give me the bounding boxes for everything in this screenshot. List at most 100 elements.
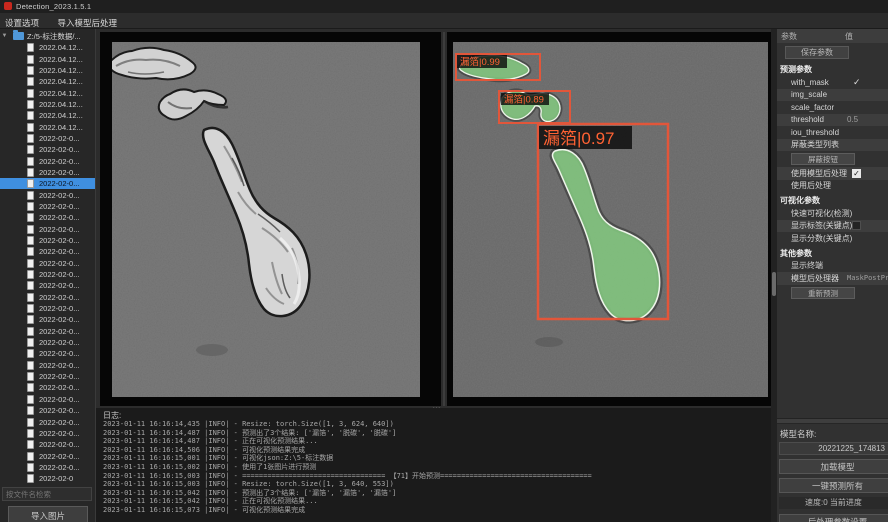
checkbox-checked[interactable]: ✓ xyxy=(852,169,861,178)
param-row[interactable]: 使用模型后处理✓ xyxy=(777,167,888,180)
load-model-button[interactable]: 加载模型 xyxy=(779,459,888,474)
menu-settings[interactable]: 设置选项 xyxy=(0,15,48,30)
tree-item[interactable]: 2022-02-0... xyxy=(0,360,95,371)
tree-item-label: 2022-02-0... xyxy=(39,463,79,472)
viewport-splitter[interactable] xyxy=(443,32,445,406)
app-window: Detection_2023.1.5.1 设置选项 导入模型后处理 ▼ Z:/5… xyxy=(0,0,888,522)
tree-item[interactable]: 2022-02-0... xyxy=(0,212,95,223)
param-row[interactable]: iou_threshold xyxy=(777,126,888,139)
tree-item[interactable]: 2022-02-0... xyxy=(0,144,95,155)
tree-item[interactable]: 2022-02-0... xyxy=(0,246,95,257)
tree-item-label: 2022-02-0... xyxy=(39,293,79,302)
param-button[interactable]: 屏蔽按钮 xyxy=(791,153,855,165)
file-tree-items: 2022.04.12...2022.04.12...2022.04.12...2… xyxy=(0,42,95,484)
file-icon xyxy=(27,111,34,120)
tree-item[interactable]: 2022-02-0... xyxy=(0,167,95,178)
tree-item[interactable]: 2022-02-0... xyxy=(0,416,95,427)
param-row[interactable]: 快速可视化(检测) xyxy=(777,207,888,220)
tree-item[interactable]: 2022-02-0... xyxy=(0,428,95,439)
file-icon xyxy=(27,225,34,234)
param-label: 模型后处理器 xyxy=(791,273,839,284)
import-images-button[interactable]: 导入图片 xyxy=(8,506,88,522)
tree-item[interactable]: 2022.04.12... xyxy=(0,42,95,53)
postprocess-settings-button[interactable]: 后处理参数设置 xyxy=(779,514,888,522)
tree-item[interactable]: 2022-02-0... xyxy=(0,348,95,359)
tree-item[interactable]: 2022-02-0... xyxy=(0,450,95,461)
model-name-field[interactable]: 20221225_174813 xyxy=(779,442,888,455)
tree-item[interactable]: 2022-02-0... xyxy=(0,382,95,393)
params-scrollbar-thumb[interactable] xyxy=(772,272,776,296)
tree-item-label: 2022-02-0... xyxy=(39,213,79,222)
param-label: 使用后处理 xyxy=(791,180,831,191)
tree-item-label: 2022-02-0... xyxy=(39,429,79,438)
tree-item[interactable]: 2022-02-0... xyxy=(0,394,95,405)
file-icon xyxy=(27,270,34,279)
menu-bar: 设置选项 导入模型后处理 xyxy=(0,13,888,29)
param-row[interactable]: threshold0.5 xyxy=(777,114,888,127)
tree-item[interactable]: 2022-02-0... xyxy=(0,439,95,450)
log-line: 2023-01-11 16:16:15,042 |INFO| - 正在可视化预测… xyxy=(103,497,771,506)
tree-item[interactable]: 2022-02-0... xyxy=(0,303,95,314)
tree-item[interactable]: 2022-02-0... xyxy=(0,326,95,337)
tree-item[interactable]: 2022-02-0... xyxy=(0,258,95,269)
title-bar: Detection_2023.1.5.1 xyxy=(0,0,888,13)
tree-item[interactable]: 2022-02-0... xyxy=(0,155,95,166)
tree-item[interactable]: 2022-02-0... xyxy=(0,133,95,144)
file-icon xyxy=(27,145,34,154)
tree-item-label: 2022-02-0... xyxy=(39,452,79,461)
tree-item[interactable]: 2022-02-0... xyxy=(0,269,95,280)
save-params-button[interactable]: 保存参数 xyxy=(785,46,849,59)
detection-label-1: 漏箔|0.99 xyxy=(460,56,500,68)
tree-item[interactable]: 2022-02-0 xyxy=(0,473,95,484)
param-row[interactable]: 模型后处理器MaskPostPro xyxy=(777,272,888,285)
tree-root[interactable]: ▼ Z:/5-标注数据/... xyxy=(0,30,95,42)
tree-item[interactable]: 2022.04.12... xyxy=(0,110,95,121)
file-icon xyxy=(27,213,34,222)
log-line: 2023-01-11 16:16:14,487 |INFO| - 预测出了3个结… xyxy=(103,429,771,438)
param-row[interactable]: 屏蔽类型列表 xyxy=(777,139,888,152)
menu-import-model-postprocess[interactable]: 导入模型后处理 xyxy=(52,15,126,30)
checkbox-unchecked[interactable] xyxy=(852,221,861,230)
param-button[interactable]: 重新预测 xyxy=(791,287,855,299)
tree-item[interactable]: 2022-02-0... xyxy=(0,189,95,200)
file-icon xyxy=(27,281,34,290)
tree-item[interactable]: 2022-02-0... xyxy=(0,292,95,303)
tree-item[interactable]: 2022.04.12... xyxy=(0,53,95,64)
param-label: 显示终端 xyxy=(791,260,823,271)
predict-all-button[interactable]: 一键预测所有 xyxy=(779,478,888,493)
param-row[interactable]: 显示终端 xyxy=(777,260,888,273)
tree-item[interactable]: 2022-02-0... xyxy=(0,371,95,382)
caret-down-icon[interactable]: ▼ xyxy=(0,33,9,39)
tree-item[interactable]: 2022.04.12... xyxy=(0,87,95,98)
tree-item[interactable]: 2022-02-0... xyxy=(0,337,95,348)
param-row[interactable]: img_scale xyxy=(777,89,888,102)
app-icon xyxy=(4,2,12,10)
tree-item[interactable]: 2022-02-0... xyxy=(0,178,95,189)
param-row[interactable]: 使用后处理 xyxy=(777,180,888,193)
param-row[interactable]: scale_factor xyxy=(777,101,888,114)
file-icon xyxy=(27,452,34,461)
tree-item[interactable]: 2022.04.12... xyxy=(0,121,95,132)
tree-item[interactable]: 2022-02-0... xyxy=(0,201,95,212)
param-row[interactable]: 显示标签(关键点) xyxy=(777,220,888,233)
tree-item[interactable]: 2022-02-0... xyxy=(0,280,95,291)
tree-item[interactable]: 2022-02-0... xyxy=(0,405,95,416)
file-icon xyxy=(27,247,34,256)
param-row[interactable]: with_mask✓ xyxy=(777,76,888,89)
tree-item[interactable]: 2022.04.12... xyxy=(0,65,95,76)
tree-item[interactable]: 2022-02-0... xyxy=(0,462,95,473)
filename-search-input[interactable] xyxy=(2,487,92,501)
file-icon xyxy=(27,338,34,347)
param-column-header: 参数 xyxy=(777,31,845,42)
tree-item[interactable]: 2022-02-0... xyxy=(0,224,95,235)
file-icon xyxy=(27,77,34,86)
tree-item-label: 2022-02-0... xyxy=(39,406,79,415)
param-label: 显示标签(关键点) xyxy=(791,220,852,231)
tree-item[interactable]: 2022-02-0... xyxy=(0,235,95,246)
value-column-header: 值 xyxy=(845,31,853,42)
param-label: 快速可视化(检测) xyxy=(791,208,852,219)
tree-item[interactable]: 2022.04.12... xyxy=(0,99,95,110)
tree-item[interactable]: 2022-02-0... xyxy=(0,314,95,325)
tree-item[interactable]: 2022.04.12... xyxy=(0,76,95,87)
param-row[interactable]: 显示分数(关键点) xyxy=(777,232,888,245)
